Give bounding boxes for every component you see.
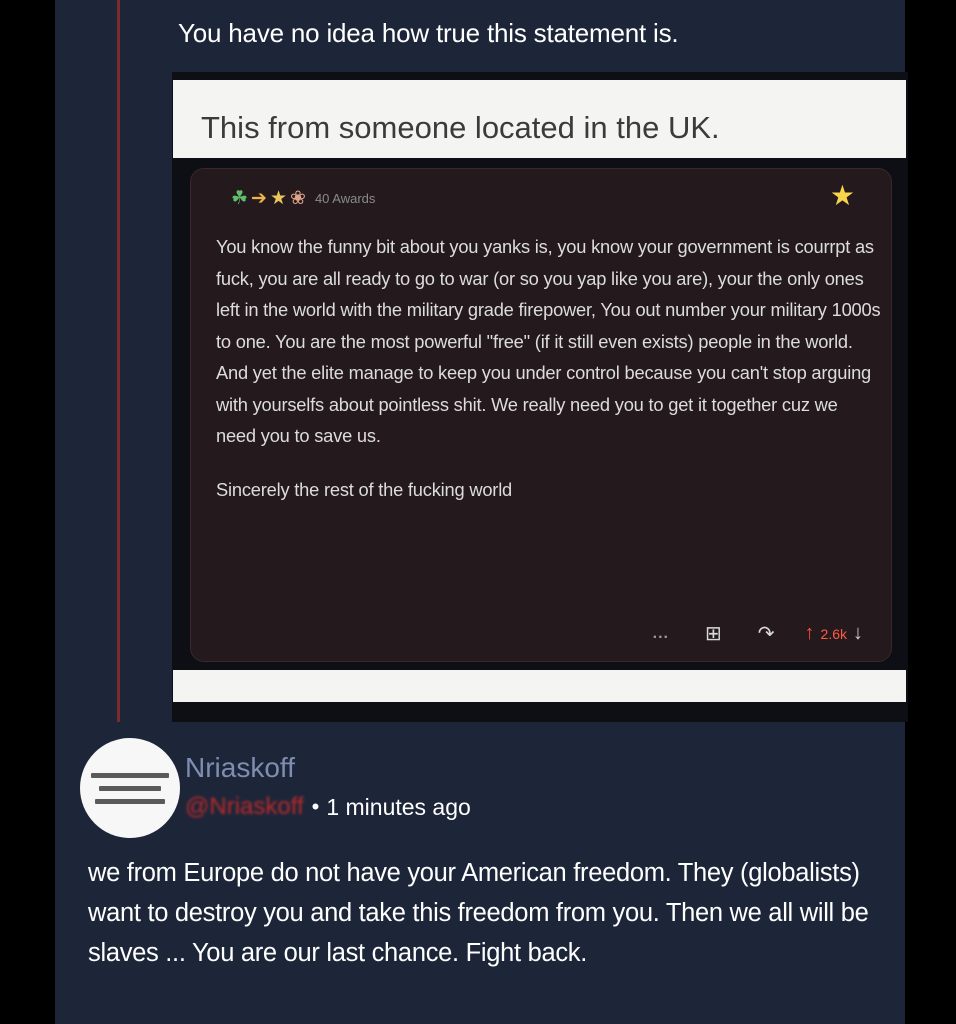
- post-timestamp: 1 minutes ago: [326, 793, 471, 820]
- post-handle[interactable]: @Nriaskoff: [185, 793, 304, 821]
- post-meta: @Nriaskoff • 1 minutes ago: [185, 793, 471, 821]
- embedded-footer-strip: [173, 670, 906, 702]
- avatar[interactable]: [80, 738, 180, 838]
- award-icon: ★: [269, 188, 288, 209]
- post-body: we from Europe do not have your American…: [88, 859, 869, 967]
- separator-dot: •: [311, 794, 320, 819]
- comment-signoff: Sincerely the rest of the fucking world: [216, 478, 513, 500]
- awards-count: 40 Awards: [314, 191, 376, 206]
- post-username[interactable]: Nriaskoff: [185, 752, 295, 784]
- award-icon: ☘: [231, 188, 249, 209]
- avatar-text-line: [99, 785, 161, 791]
- quoted-statement: You have no idea how true this statement…: [178, 18, 679, 48]
- comment-actions: ... ⊞ ↷ ↑ 2.6k ↓: [617, 621, 863, 646]
- embedded-banner: This from someone located in the UK.: [173, 80, 906, 158]
- reply-icon[interactable]: ↷: [758, 621, 775, 646]
- star-award-icon: ★: [829, 180, 855, 211]
- embedded-comment-card: ☘ ➔ ★ ❀ 40 Awards ★ You know the funny b…: [190, 168, 892, 662]
- gift-icon[interactable]: ⊞: [705, 621, 722, 646]
- avatar-text-line: [95, 798, 165, 804]
- avatar-text-line: [91, 772, 169, 778]
- embedded-comment-text: You know the funny bit about you yanks i…: [216, 231, 881, 505]
- award-icon: ➔: [251, 188, 267, 209]
- thread-line: [117, 0, 120, 722]
- comment-paragraph: You know the funny bit about you yanks i…: [216, 236, 881, 446]
- banner-text: This from someone located in the UK.: [201, 110, 720, 145]
- awards-row: ☘ ➔ ★ ❀ 40 Awards: [231, 189, 375, 208]
- vote-score: 2.6k: [820, 625, 847, 642]
- more-icon[interactable]: ...: [653, 625, 669, 643]
- downvote-icon[interactable]: ↓: [853, 622, 863, 645]
- upvote-icon[interactable]: ↑: [805, 622, 815, 645]
- award-icon: ❀: [290, 188, 306, 209]
